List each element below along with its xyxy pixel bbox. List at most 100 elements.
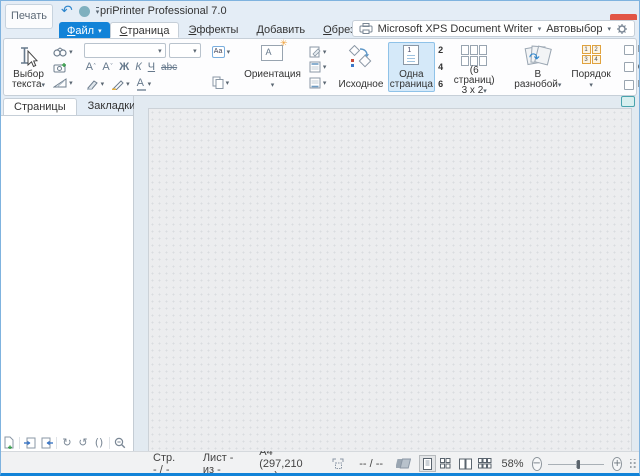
window-title: priPrinter Professional 7.0 xyxy=(100,5,227,17)
printer-icon xyxy=(359,23,373,34)
chevron-down-icon: ▾ xyxy=(126,80,130,88)
rotate-180-button[interactable]: () xyxy=(92,436,106,450)
printer-caret-icon[interactable]: ▾ xyxy=(538,25,542,33)
magnifier-minus-icon xyxy=(114,437,126,448)
sidebar-toolbar: ↻ ↺ () xyxy=(1,434,133,451)
view-thumbnails-button[interactable] xyxy=(438,455,455,472)
document-canvas[interactable] xyxy=(148,108,632,451)
preset-4-button[interactable]: 4 xyxy=(438,62,443,72)
order-button[interactable]: 12 34 Порядок ▾ xyxy=(567,42,614,92)
shrink-mark-icon: ˇ xyxy=(109,63,114,71)
printer-settings-gear-icon[interactable] xyxy=(616,23,628,35)
qat-customize-icon[interactable]: ▾ xyxy=(95,6,100,16)
underline-button[interactable]: Ч xyxy=(148,61,155,74)
zoom-in-button[interactable]: + xyxy=(611,456,623,471)
zoom-out-button[interactable]: − xyxy=(531,456,542,471)
six-pages-button[interactable]: (6 страниц) 3 x 2▾ xyxy=(446,42,502,96)
font-color-button[interactable]: А ▾ xyxy=(136,77,151,91)
shrink-font-button[interactable]: Аˇ xyxy=(102,61,113,74)
find-button[interactable]: ▾ xyxy=(51,44,75,59)
status-cursor-coordinates: -- / -- xyxy=(359,457,384,470)
preview-area xyxy=(134,96,639,451)
main-area: Страницы Закладки ↻ ↺ () xyxy=(1,96,639,451)
group-text-extra: Aa ▾ ▾ xyxy=(209,41,234,93)
grow-font-button[interactable]: Аˆ xyxy=(86,61,97,74)
tab-insert[interactable]: Добавить xyxy=(247,22,314,38)
zoom-slider[interactable] xyxy=(547,457,604,471)
app-window: Печать ↶ ▾ priPrinter Professional 7.0 Ф… xyxy=(0,0,640,476)
selection-frame-icon xyxy=(332,458,344,470)
checkbox-icon xyxy=(623,44,634,55)
chevron-down-icon: ▾ xyxy=(41,81,46,89)
chevron-down-icon: ▾ xyxy=(557,81,562,89)
tab-page[interactable]: Страница xyxy=(109,22,180,38)
highlight-button[interactable]: ▾ xyxy=(86,79,104,90)
pages-grid-view-icon xyxy=(477,458,492,469)
sidebar-tab-pages[interactable]: Страницы xyxy=(3,98,77,116)
text-select-cursor-icon xyxy=(20,47,38,68)
preset-2-button[interactable]: 2 xyxy=(438,45,443,55)
add-page-button[interactable] xyxy=(2,436,16,450)
select-text-button[interactable]: Выбор текста▾ xyxy=(8,42,49,92)
page-footer-button[interactable]: ▾ xyxy=(307,75,329,90)
shuffle-pages-icon: ↷ xyxy=(524,45,552,67)
resize-grip[interactable] xyxy=(630,458,637,469)
font-size-combobox[interactable]: ▾ xyxy=(168,43,201,58)
printer-profile[interactable]: Автовыбор xyxy=(546,23,602,35)
font-family-combobox[interactable]: ▾ xyxy=(83,43,166,58)
redo-circle-icon[interactable] xyxy=(78,5,90,17)
view-facing-pages-button[interactable] xyxy=(457,455,474,472)
page-header-icon xyxy=(309,61,321,73)
pages-per-sheet-presets: 2 4 6 xyxy=(437,42,444,92)
pages-thumbnail-panel[interactable] xyxy=(1,115,133,434)
orientation-button[interactable]: А ✳ Ориентация ▾ xyxy=(240,39,305,92)
status-sheet-indicator: Лист - из - xyxy=(202,451,234,476)
page-edit-icon xyxy=(309,46,321,57)
zoom-out-thumbs-button[interactable] xyxy=(113,436,127,450)
printer-name[interactable]: Microsoft XPS Document Writer xyxy=(378,23,533,35)
preset-6-button[interactable]: 6 xyxy=(438,79,443,89)
page-edit-button[interactable]: ▾ xyxy=(307,44,329,59)
rotate-cw-button[interactable]: ↻ xyxy=(60,436,74,450)
insert-page-after-button[interactable] xyxy=(39,436,53,450)
view-single-page-button[interactable] xyxy=(419,455,437,472)
print-button[interactable]: Печать xyxy=(5,4,53,29)
strikethrough-button[interactable]: abc xyxy=(161,61,177,74)
repeat-checkbox[interactable]: Повт... xyxy=(623,44,639,55)
bold-button[interactable]: Ж xyxy=(119,61,129,74)
sidebar-tabs: Страницы Закладки xyxy=(1,96,135,116)
tab-file[interactable]: Файл ▾ xyxy=(59,22,110,38)
facing-pages-icon xyxy=(459,458,473,469)
format-painter-button[interactable]: ▾ xyxy=(111,79,130,90)
italic-button[interactable]: К xyxy=(135,61,141,74)
page-header-button[interactable]: ▾ xyxy=(307,60,329,75)
status-bar: Стр. - / - Лист - из - A4 (297,210 мм) -… xyxy=(1,446,639,476)
zoom-percentage[interactable]: 58% xyxy=(501,458,523,470)
3d-view-button[interactable] xyxy=(396,457,412,470)
undo-icon[interactable]: ↶ xyxy=(61,4,73,18)
titlebar: Печать ↶ ▾ priPrinter Professional 7.0 xyxy=(1,1,639,29)
one-page-button[interactable]: 1 Одна страница xyxy=(387,42,436,92)
text-tools-column: ▾ ▾ xyxy=(51,42,75,92)
thumbnail-rows-icon xyxy=(440,458,451,469)
snapshot-button[interactable] xyxy=(51,60,75,75)
insert-page-before-button[interactable] xyxy=(23,436,37,450)
rotate-ccw-button[interactable]: ↺ xyxy=(76,436,90,450)
start-new-checkbox[interactable]: С нов... xyxy=(623,62,639,73)
measure-button[interactable]: ▾ xyxy=(51,75,75,90)
group-options: Повт... С нов... Показ... xyxy=(622,41,639,93)
original-layout-button[interactable]: Исходное xyxy=(336,42,385,92)
show-checkbox[interactable]: Показ... xyxy=(623,79,639,90)
change-case-button[interactable]: Aa ▾ xyxy=(210,44,233,59)
shuffle-button[interactable]: ↷ В разнобой▾ xyxy=(510,42,565,92)
copy-format-button[interactable]: ▾ xyxy=(210,75,233,90)
sidebar: Страницы Закладки ↻ ↺ () xyxy=(1,96,135,451)
color-swatch xyxy=(136,89,146,91)
view-grid-button[interactable] xyxy=(476,455,493,472)
profile-caret-icon[interactable]: ▾ xyxy=(607,25,611,33)
preview-corner-toggle-icon[interactable] xyxy=(621,96,635,107)
tab-effects[interactable]: Эффекты xyxy=(179,22,247,38)
zoom-slider-handle[interactable] xyxy=(577,459,581,469)
insert-page-after-icon xyxy=(41,437,53,448)
chevron-down-icon: ▾ xyxy=(98,26,102,35)
